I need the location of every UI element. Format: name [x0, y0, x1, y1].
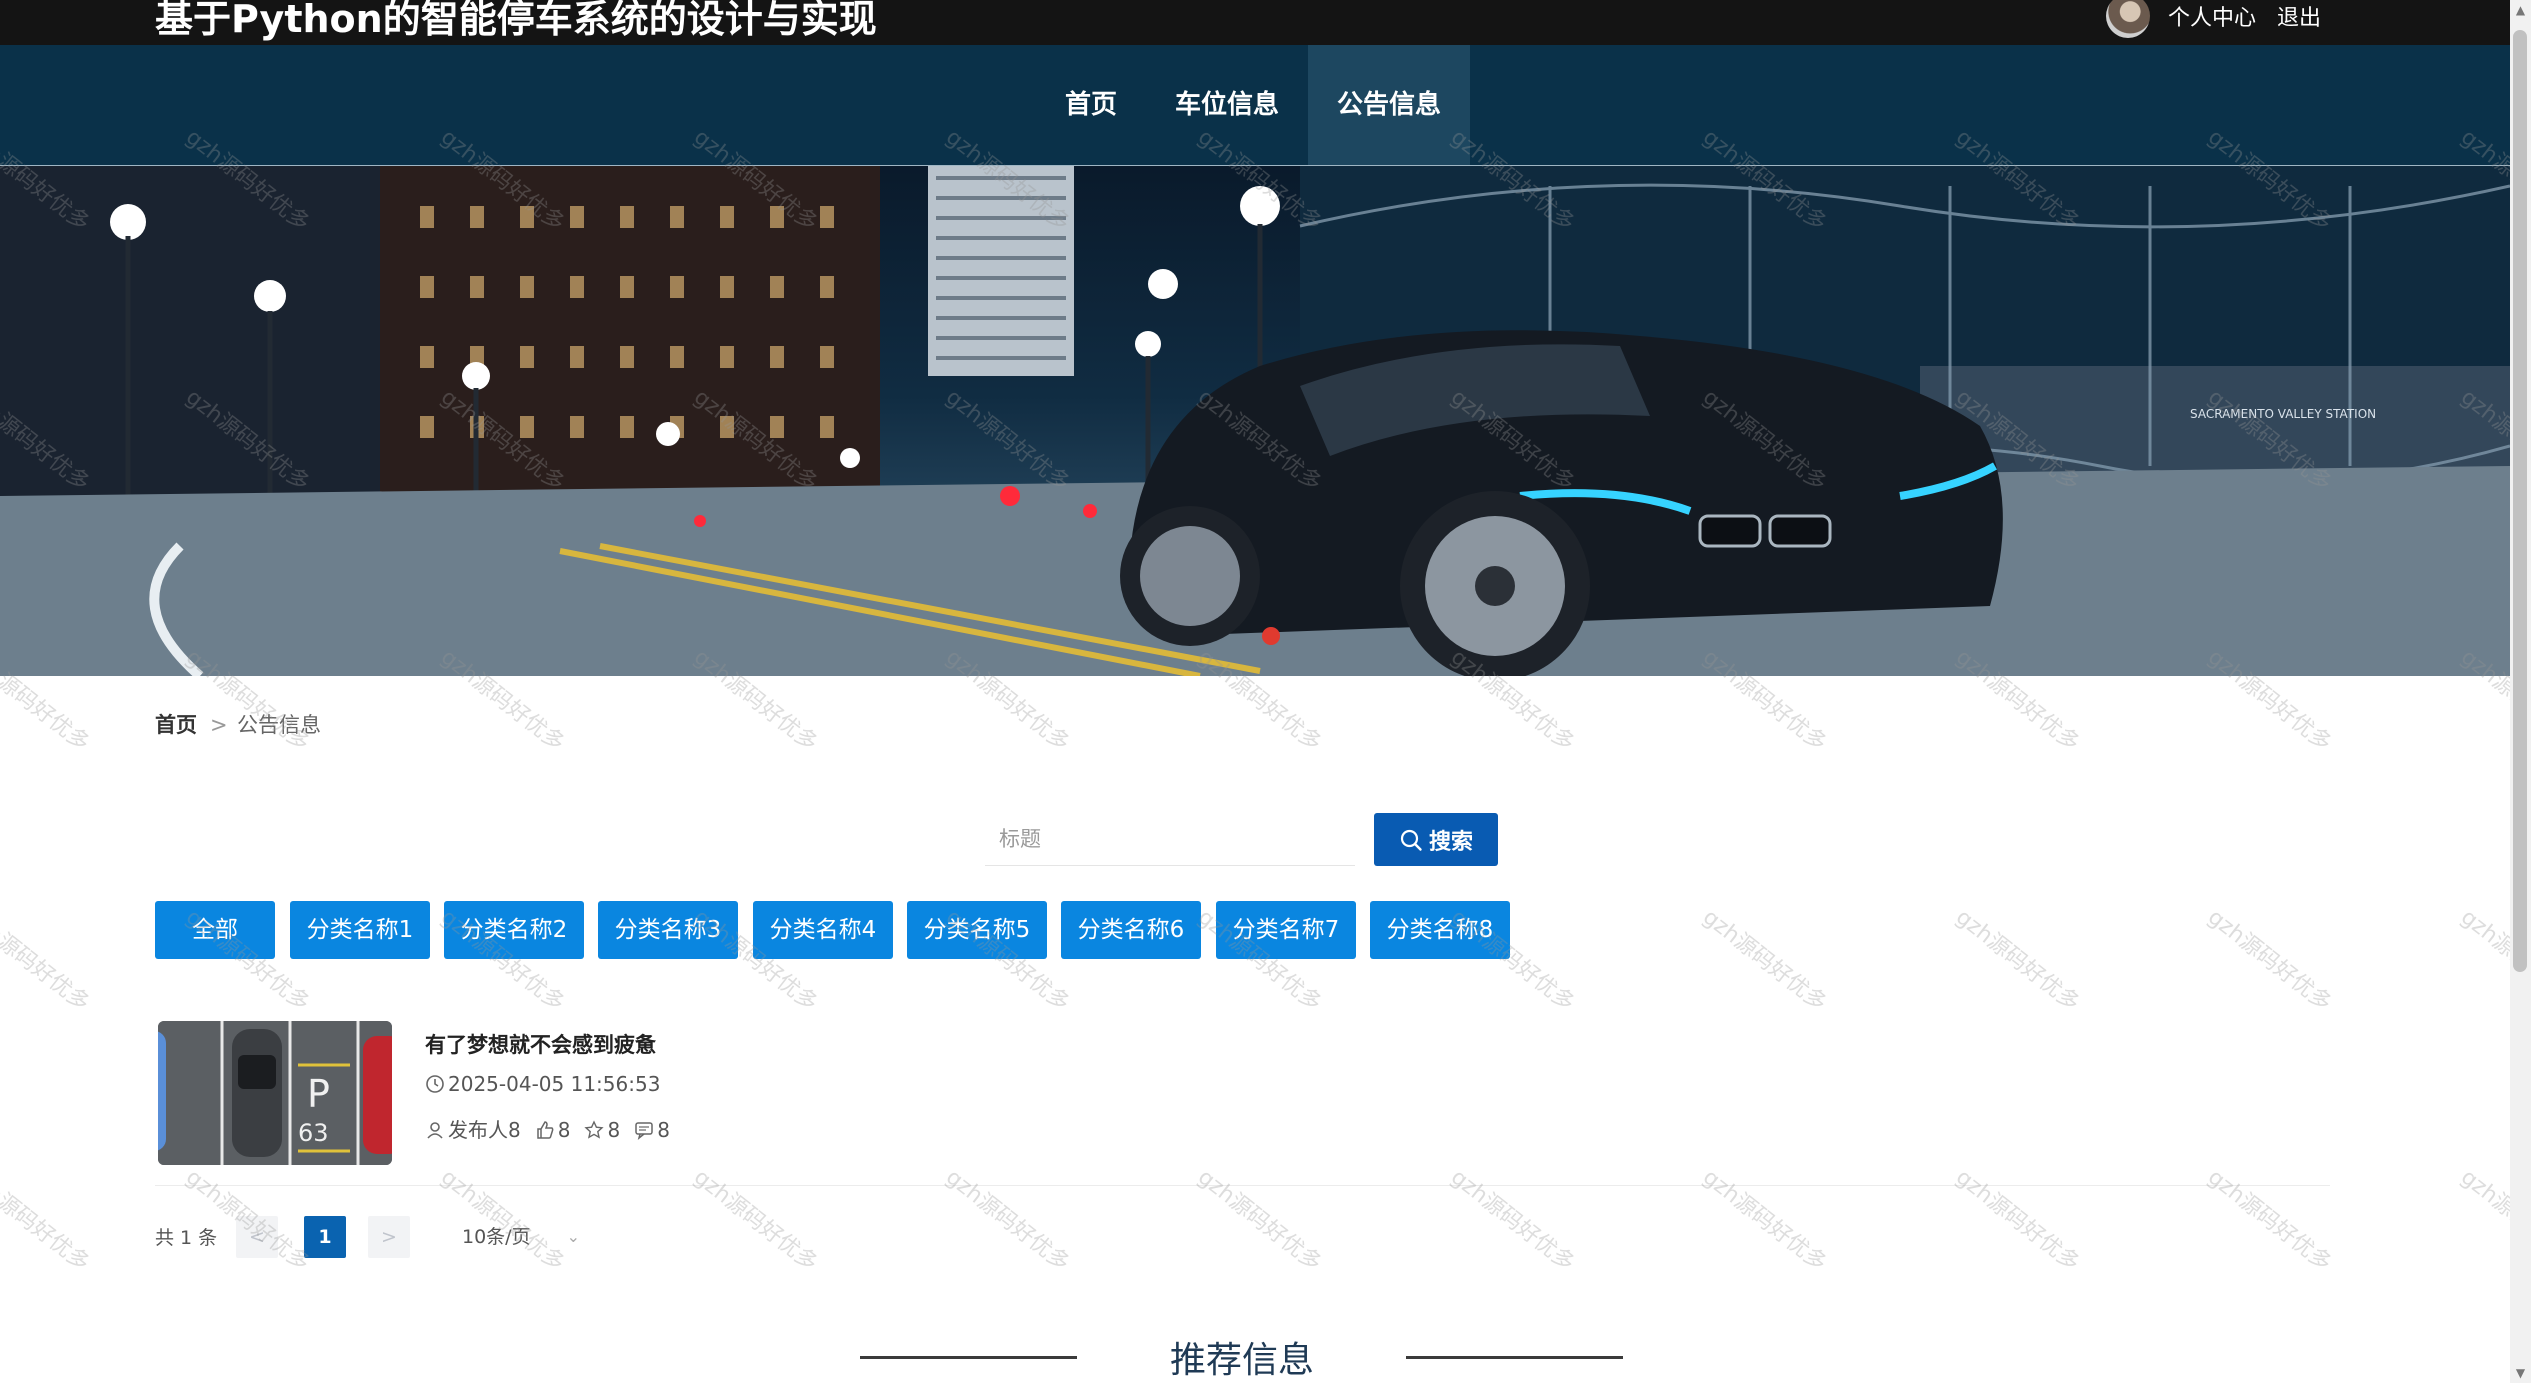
nav-home[interactable]: 首页	[1046, 45, 1136, 165]
watermark-text: gzh源码好优多	[2202, 904, 2337, 1017]
announcement-favorites: 8	[607, 1118, 621, 1142]
watermark-text: gzh源码好优多	[940, 1164, 1075, 1277]
thumb-sign: P	[307, 1072, 330, 1116]
announcement-stats: 发布人8 8 8 8	[425, 1116, 670, 1144]
watermark-text: gzh源码好优多	[2455, 1164, 2510, 1277]
pagination-next-button[interactable]: >	[368, 1216, 410, 1258]
watermark-text: gzh源码好优多	[1950, 1164, 2085, 1277]
category-button-5[interactable]: 分类名称5	[907, 901, 1047, 959]
category-button-6[interactable]: 分类名称6	[1061, 901, 1201, 959]
scroll-up-arrow[interactable]: ▲	[2510, 0, 2531, 20]
category-button-3[interactable]: 分类名称3	[598, 901, 738, 959]
pagination-total: 共 1 条	[155, 1227, 218, 1249]
scrollbar-thumb[interactable]	[2513, 30, 2527, 972]
banner-illustration: SACRAMENTO VALLEY STATION	[0, 166, 2510, 676]
pagination-page-1[interactable]: 1	[304, 1216, 346, 1258]
section-line-left	[860, 1356, 1077, 1359]
announcement-comments: 8	[657, 1118, 670, 1142]
watermark-text: gzh源码好优多	[1192, 1164, 1327, 1277]
logout-link[interactable]: 退出	[2277, 4, 2321, 34]
list-divider	[155, 1185, 2330, 1186]
nav-announcements[interactable]: 公告信息	[1308, 45, 1470, 165]
profile-link[interactable]: 个人中心	[2168, 4, 2256, 34]
category-button-7[interactable]: 分类名称7	[1216, 901, 1356, 959]
section-line-right	[1406, 1356, 1623, 1359]
watermark-text: gzh源码好优多	[0, 1164, 95, 1277]
top-bar: 基于Python的智能停车系统的设计与实现 个人中心 退出	[0, 0, 2510, 45]
site-title: 基于Python的智能停车系统的设计与实现	[155, 0, 877, 41]
announcement-title[interactable]: 有了梦想就不会感到疲惫	[425, 1030, 656, 1060]
pagination-prev-button[interactable]: <	[236, 1216, 278, 1258]
user-avatar[interactable]	[2106, 0, 2150, 38]
comment-icon[interactable]	[634, 1120, 654, 1140]
category-button-1[interactable]: 分类名称1	[290, 901, 430, 959]
watermark-text: gzh源码好优多	[1697, 1164, 1832, 1277]
page-size-select[interactable]: 10条/页 ⌄	[462, 1216, 580, 1258]
chevron-down-icon: ⌄	[566, 1227, 580, 1246]
breadcrumb-separator: >	[210, 713, 228, 737]
watermark-text: gzh源码好优多	[1950, 904, 2085, 1017]
watermark-text: gzh源码好优多	[1445, 1164, 1580, 1277]
title-search-input[interactable]	[985, 813, 1355, 866]
carousel-dot[interactable]	[1262, 627, 1280, 645]
watermark-text: gzh源码好优多	[2455, 904, 2510, 1017]
page-size-value: 10条/页	[462, 1226, 531, 1248]
banner-sign-text: SACRAMENTO VALLEY STATION	[2190, 407, 2376, 421]
star-icon[interactable]	[584, 1120, 605, 1140]
announcement-thumbnail[interactable]: P 63	[158, 1021, 392, 1165]
announcement-date-text: 2025-04-05 11:56:53	[448, 1072, 661, 1096]
announcement-author: 发布人8	[448, 1118, 521, 1142]
category-all-button[interactable]: 全部	[155, 901, 275, 959]
search-button-label: 搜索	[1428, 829, 1473, 855]
announcement-datetime: 2025-04-05 11:56:53	[425, 1070, 660, 1098]
search-button[interactable]: 搜索	[1374, 813, 1498, 866]
section-title: 推荐信息	[1170, 1340, 1315, 1381]
parking-lot-image: P 63	[158, 1021, 392, 1165]
breadcrumb-current: 公告信息	[237, 713, 321, 737]
clock-icon	[425, 1074, 445, 1094]
search-icon	[1399, 828, 1423, 852]
announcement-likes: 8	[557, 1118, 571, 1142]
user-icon	[425, 1120, 445, 1140]
category-button-4[interactable]: 分类名称4	[753, 901, 893, 959]
watermark-text: gzh源码好优多	[2202, 1164, 2337, 1277]
main-nav: 首页 车位信息 公告信息	[0, 45, 2510, 166]
category-button-2[interactable]: 分类名称2	[444, 901, 584, 959]
watermark-text: gzh源码好优多	[1697, 904, 1832, 1017]
scroll-down-arrow[interactable]: ▼	[2510, 1363, 2531, 1383]
breadcrumb-home[interactable]: 首页	[155, 710, 197, 740]
thumbs-up-icon[interactable]	[535, 1120, 555, 1140]
watermark-text: gzh源码好优多	[0, 904, 95, 1017]
nav-parking-spots[interactable]: 车位信息	[1160, 45, 1294, 165]
thumb-number: 63	[298, 1119, 329, 1147]
hero-banner: SACRAMENTO VALLEY STATION	[0, 166, 2510, 676]
category-button-8[interactable]: 分类名称8	[1370, 901, 1510, 959]
watermark-text: gzh源码好优多	[688, 1164, 823, 1277]
